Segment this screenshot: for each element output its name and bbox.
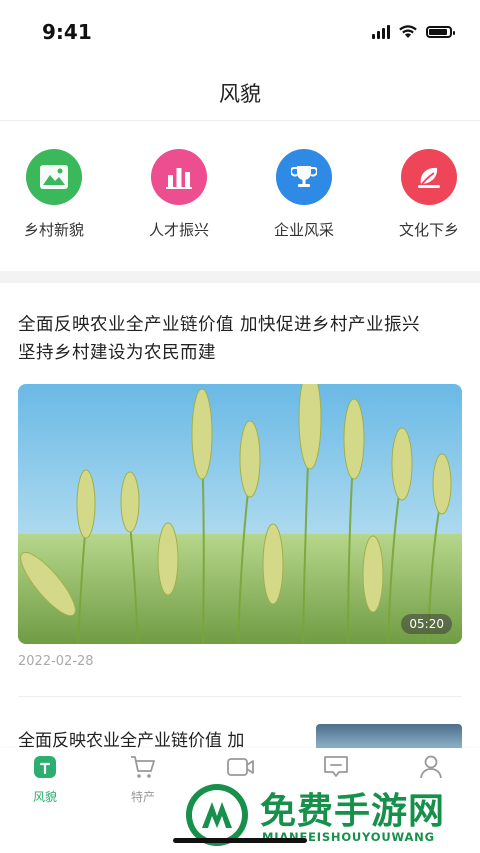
- article-title-line: 全面反映农业全产业链价值 加快促进乡村产业振兴: [18, 315, 421, 335]
- category-label: 人才振兴: [148, 221, 209, 239]
- status-bar: 9:41: [0, 0, 480, 64]
- category-rural-new-look[interactable]: 乡村新貌: [4, 149, 104, 240]
- category-talent-revitalization[interactable]: 人才振兴: [129, 149, 229, 240]
- battery-icon: [426, 25, 455, 38]
- message-icon: [324, 756, 348, 777]
- tab-specialty[interactable]: 特产: [113, 754, 173, 805]
- cart-icon: [131, 756, 155, 778]
- category-culture-to-countryside[interactable]: 文化下乡: [379, 149, 479, 240]
- article-separator: [18, 696, 462, 697]
- featured-article-card[interactable]: 全面反映农业全产业链价值 加快促进乡村产业振兴 坚持乡村建设为农民而建 05:2…: [18, 283, 462, 669]
- tab-label: 风貌: [32, 790, 57, 804]
- category-enterprise-style[interactable]: 企业风采: [254, 149, 354, 240]
- nav-bar: 风貌: [0, 64, 480, 121]
- landscape-icon: [26, 149, 82, 205]
- article-title[interactable]: 全面反映农业全产业链价值 加快促进乡村产业振兴 坚持乡村建设为农民而建: [18, 311, 462, 367]
- leaf-icon: [401, 149, 457, 205]
- home-icon: [34, 756, 56, 778]
- watermark-title: 免费手游网: [260, 791, 446, 832]
- video-icon: [227, 758, 254, 776]
- bar-chart-icon: [151, 149, 207, 205]
- video-duration-badge: 05:20: [401, 614, 452, 634]
- trophy-icon: [276, 149, 332, 205]
- category-label: 企业风采: [273, 221, 334, 239]
- category-label: 文化下乡: [398, 221, 459, 239]
- status-time: 9:41: [42, 20, 92, 44]
- category-grid: 乡村新貌 人才振兴 企业风采 文化下乡: [0, 121, 480, 271]
- tab-label: 特产: [130, 790, 155, 804]
- article-date: 2022-02-28: [18, 654, 94, 669]
- category-label: 乡村新貌: [23, 221, 84, 239]
- section-divider: [0, 271, 480, 283]
- page-title: 风貌: [219, 82, 261, 106]
- wheat-field-image: [18, 384, 462, 644]
- cellular-signal-icon: [372, 24, 390, 39]
- tab-home[interactable]: 风貌: [15, 754, 75, 805]
- status-icons: [372, 24, 455, 39]
- wifi-icon: [399, 25, 417, 38]
- article-title-line: 坚持乡村建设为农民而建: [18, 343, 216, 363]
- user-icon: [420, 755, 442, 779]
- video-thumbnail[interactable]: 05:20: [18, 384, 462, 644]
- home-indicator: [173, 838, 307, 843]
